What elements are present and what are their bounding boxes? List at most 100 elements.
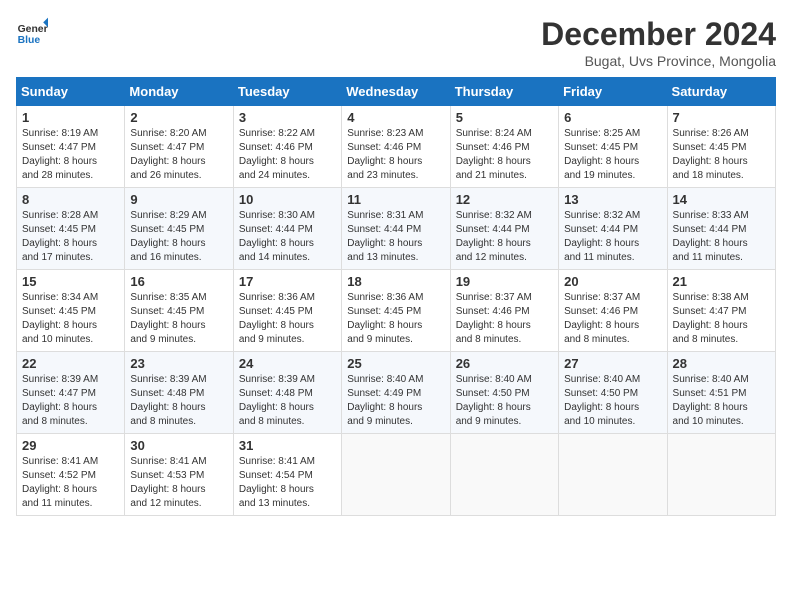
day-number: 3 bbox=[239, 110, 336, 125]
calendar-cell: 1Sunrise: 8:19 AM Sunset: 4:47 PM Daylig… bbox=[17, 106, 125, 188]
day-number: 19 bbox=[456, 274, 553, 289]
day-number: 22 bbox=[22, 356, 119, 371]
weekday-header: Tuesday bbox=[233, 78, 341, 106]
calendar-cell: 18 Sunrise: 8:36 AM Sunset: 4:45 PM Dayli… bbox=[342, 270, 450, 352]
calendar-cell: 5 Sunrise: 8:24 AM Sunset: 4:46 PM Daylig… bbox=[450, 106, 558, 188]
calendar-cell: 26 Sunrise: 8:40 AM Sunset: 4:50 PM Dayli… bbox=[450, 352, 558, 434]
day-info: Sunrise: 8:32 AM Sunset: 4:44 PM Dayligh… bbox=[564, 209, 661, 265]
calendar-cell: 15 Sunrise: 8:34 AM Sunset: 4:45 PM Dayli… bbox=[17, 270, 125, 352]
calendar-table: SundayMondayTuesdayWednesdayThursdayFrid… bbox=[16, 77, 776, 516]
day-info: Sunrise: 8:40 AM Sunset: 4:49 PM Dayligh… bbox=[347, 373, 444, 429]
weekday-header: Wednesday bbox=[342, 78, 450, 106]
calendar-cell: 6 Sunrise: 8:25 AM Sunset: 4:45 PM Daylig… bbox=[559, 106, 667, 188]
calendar-cell: 28 Sunrise: 8:40 AM Sunset: 4:51 PM Dayli… bbox=[667, 352, 775, 434]
calendar-cell: 8Sunrise: 8:28 AM Sunset: 4:45 PM Daylig… bbox=[17, 188, 125, 270]
calendar-week-row: 29 Sunrise: 8:41 AM Sunset: 4:52 PM Dayli… bbox=[17, 434, 776, 516]
day-info: Sunrise: 8:25 AM Sunset: 4:45 PM Dayligh… bbox=[564, 127, 661, 183]
calendar-cell bbox=[342, 434, 450, 516]
calendar-cell: 27 Sunrise: 8:40 AM Sunset: 4:50 PM Dayli… bbox=[559, 352, 667, 434]
calendar-body: 1Sunrise: 8:19 AM Sunset: 4:47 PM Daylig… bbox=[17, 106, 776, 516]
calendar-cell: 12Sunrise: 8:32 AM Sunset: 4:44 PM Dayli… bbox=[450, 188, 558, 270]
day-number: 20 bbox=[564, 274, 661, 289]
calendar-cell: 10Sunrise: 8:30 AM Sunset: 4:44 PM Dayli… bbox=[233, 188, 341, 270]
calendar-week-row: 15 Sunrise: 8:34 AM Sunset: 4:45 PM Dayli… bbox=[17, 270, 776, 352]
day-info: Sunrise: 8:40 AM Sunset: 4:50 PM Dayligh… bbox=[456, 373, 553, 429]
day-info: Sunrise: 8:41 AM Sunset: 4:53 PM Dayligh… bbox=[130, 455, 227, 511]
day-number: 28 bbox=[673, 356, 770, 371]
day-info: Sunrise: 8:39 AM Sunset: 4:48 PM Dayligh… bbox=[239, 373, 336, 429]
calendar-cell: 23Sunrise: 8:39 AM Sunset: 4:48 PM Dayli… bbox=[125, 352, 233, 434]
day-info: Sunrise: 8:32 AM Sunset: 4:44 PM Dayligh… bbox=[456, 209, 553, 265]
weekday-header: Friday bbox=[559, 78, 667, 106]
calendar-cell: 16 Sunrise: 8:35 AM Sunset: 4:45 PM Dayli… bbox=[125, 270, 233, 352]
day-info: Sunrise: 8:29 AM Sunset: 4:45 PM Dayligh… bbox=[130, 209, 227, 265]
calendar-cell: 29 Sunrise: 8:41 AM Sunset: 4:52 PM Dayli… bbox=[17, 434, 125, 516]
day-info: Sunrise: 8:34 AM Sunset: 4:45 PM Dayligh… bbox=[22, 291, 119, 347]
day-number: 30 bbox=[130, 438, 227, 453]
day-info: Sunrise: 8:31 AM Sunset: 4:44 PM Dayligh… bbox=[347, 209, 444, 265]
day-number: 11 bbox=[347, 192, 444, 207]
day-number: 5 bbox=[456, 110, 553, 125]
day-number: 2 bbox=[130, 110, 227, 125]
calendar-cell bbox=[450, 434, 558, 516]
day-number: 21 bbox=[673, 274, 770, 289]
day-info: Sunrise: 8:26 AM Sunset: 4:45 PM Dayligh… bbox=[673, 127, 770, 183]
svg-text:General: General bbox=[18, 24, 48, 35]
day-number: 23 bbox=[130, 356, 227, 371]
day-number: 8 bbox=[22, 192, 119, 207]
title-area: December 2024 Bugat, Uvs Province, Mongo… bbox=[541, 16, 776, 69]
day-number: 13 bbox=[564, 192, 661, 207]
day-number: 15 bbox=[22, 274, 119, 289]
day-info: Sunrise: 8:41 AM Sunset: 4:52 PM Dayligh… bbox=[22, 455, 119, 511]
day-number: 16 bbox=[130, 274, 227, 289]
weekday-header: Sunday bbox=[17, 78, 125, 106]
calendar-cell: 20Sunrise: 8:37 AM Sunset: 4:46 PM Dayli… bbox=[559, 270, 667, 352]
day-number: 6 bbox=[564, 110, 661, 125]
day-info: Sunrise: 8:39 AM Sunset: 4:47 PM Dayligh… bbox=[22, 373, 119, 429]
day-info: Sunrise: 8:40 AM Sunset: 4:51 PM Dayligh… bbox=[673, 373, 770, 429]
calendar-cell: 30 Sunrise: 8:41 AM Sunset: 4:53 PM Dayli… bbox=[125, 434, 233, 516]
day-info: Sunrise: 8:22 AM Sunset: 4:46 PM Dayligh… bbox=[239, 127, 336, 183]
day-number: 24 bbox=[239, 356, 336, 371]
day-info: Sunrise: 8:36 AM Sunset: 4:45 PM Dayligh… bbox=[239, 291, 336, 347]
day-info: Sunrise: 8:33 AM Sunset: 4:44 PM Dayligh… bbox=[673, 209, 770, 265]
calendar-cell: 13 Sunrise: 8:32 AM Sunset: 4:44 PM Dayli… bbox=[559, 188, 667, 270]
day-info: Sunrise: 8:35 AM Sunset: 4:45 PM Dayligh… bbox=[130, 291, 227, 347]
day-number: 25 bbox=[347, 356, 444, 371]
logo: General Blue bbox=[16, 16, 48, 48]
weekday-header: Thursday bbox=[450, 78, 558, 106]
calendar-cell: 3 Sunrise: 8:22 AM Sunset: 4:46 PM Daylig… bbox=[233, 106, 341, 188]
weekday-header-row: SundayMondayTuesdayWednesdayThursdayFrid… bbox=[17, 78, 776, 106]
day-number: 14 bbox=[673, 192, 770, 207]
calendar-cell: 22 Sunrise: 8:39 AM Sunset: 4:47 PM Dayli… bbox=[17, 352, 125, 434]
calendar-cell: 14 Sunrise: 8:33 AM Sunset: 4:44 PM Dayli… bbox=[667, 188, 775, 270]
day-info: Sunrise: 8:24 AM Sunset: 4:46 PM Dayligh… bbox=[456, 127, 553, 183]
weekday-header: Monday bbox=[125, 78, 233, 106]
day-number: 4 bbox=[347, 110, 444, 125]
day-info: Sunrise: 8:40 AM Sunset: 4:50 PM Dayligh… bbox=[564, 373, 661, 429]
calendar-cell: 24 Sunrise: 8:39 AM Sunset: 4:48 PM Dayli… bbox=[233, 352, 341, 434]
weekday-header: Saturday bbox=[667, 78, 775, 106]
calendar-cell: 11 Sunrise: 8:31 AM Sunset: 4:44 PM Dayli… bbox=[342, 188, 450, 270]
calendar-cell bbox=[667, 434, 775, 516]
location-title: Bugat, Uvs Province, Mongolia bbox=[541, 53, 776, 69]
day-number: 27 bbox=[564, 356, 661, 371]
day-number: 31 bbox=[239, 438, 336, 453]
day-info: Sunrise: 8:38 AM Sunset: 4:47 PM Dayligh… bbox=[673, 291, 770, 347]
day-number: 9 bbox=[130, 192, 227, 207]
day-number: 18 bbox=[347, 274, 444, 289]
calendar-cell: 19 Sunrise: 8:37 AM Sunset: 4:46 PM Dayli… bbox=[450, 270, 558, 352]
header: General Blue December 2024 Bugat, Uvs Pr… bbox=[16, 16, 776, 69]
calendar-week-row: 1Sunrise: 8:19 AM Sunset: 4:47 PM Daylig… bbox=[17, 106, 776, 188]
day-info: Sunrise: 8:41 AM Sunset: 4:54 PM Dayligh… bbox=[239, 455, 336, 511]
day-info: Sunrise: 8:23 AM Sunset: 4:46 PM Dayligh… bbox=[347, 127, 444, 183]
calendar-cell: 17Sunrise: 8:36 AM Sunset: 4:45 PM Dayli… bbox=[233, 270, 341, 352]
day-number: 29 bbox=[22, 438, 119, 453]
day-number: 10 bbox=[239, 192, 336, 207]
logo-icon: General Blue bbox=[16, 16, 48, 48]
day-info: Sunrise: 8:36 AM Sunset: 4:45 PM Dayligh… bbox=[347, 291, 444, 347]
calendar-cell: 25 Sunrise: 8:40 AM Sunset: 4:49 PM Dayli… bbox=[342, 352, 450, 434]
calendar-cell: 31 Sunrise: 8:41 AM Sunset: 4:54 PM Dayli… bbox=[233, 434, 341, 516]
day-info: Sunrise: 8:37 AM Sunset: 4:46 PM Dayligh… bbox=[456, 291, 553, 347]
day-number: 26 bbox=[456, 356, 553, 371]
